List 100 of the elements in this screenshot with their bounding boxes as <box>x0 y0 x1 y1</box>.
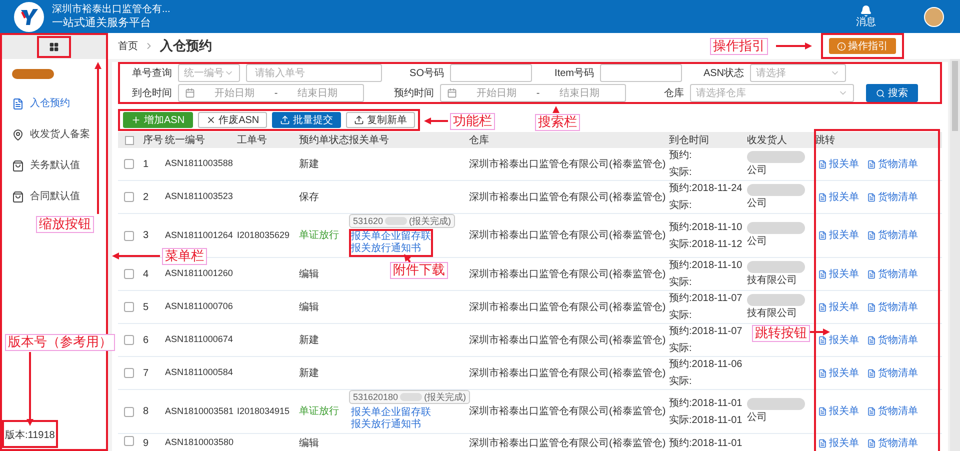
booked-date: 预约:2018-11-06 <box>669 358 741 372</box>
date-range-field[interactable]: 开始日期 - 结束日期 <box>440 84 626 102</box>
annotation-label: 缩放按钮 <box>36 216 94 233</box>
order-number-field[interactable]: 请输入单号 <box>246 64 382 82</box>
document-icon <box>818 270 827 278</box>
calendar-icon <box>185 88 195 98</box>
sidebar-item[interactable]: 入仓预约 <box>2 88 106 119</box>
row-checkbox[interactable] <box>124 436 134 446</box>
document-icon <box>818 231 827 240</box>
jump-link[interactable]: 货物清单 <box>867 228 918 243</box>
annotation-label: 搜索栏 <box>535 114 580 131</box>
toolbar-button[interactable]: 作废ASN <box>198 112 268 128</box>
jump-link[interactable]: 货物清单 <box>867 436 918 451</box>
table-cell: ASN1811003588 <box>165 158 233 168</box>
attachment-link[interactable]: 报关单企业留存联 <box>351 231 431 243</box>
row-checkbox[interactable] <box>124 230 134 240</box>
document-icon <box>818 302 827 312</box>
jump-link[interactable]: 报关单 <box>818 366 859 380</box>
table-cell: ASN1811003523 <box>165 191 233 202</box>
grid-icon[interactable] <box>49 42 59 52</box>
table-cell: ASN1811000584 <box>165 367 233 378</box>
jump-link[interactable]: 货物清单 <box>867 266 918 282</box>
booked-date: 预约: <box>669 149 693 163</box>
notification-button[interactable]: 消息 <box>856 5 876 28</box>
sidebar-item[interactable]: 收发货人备案 <box>2 119 106 150</box>
jump-link[interactable]: 报关单 <box>818 332 859 348</box>
annotation-label: 跳转按钮 <box>752 325 810 342</box>
row-checkbox[interactable] <box>124 159 134 169</box>
document-icon <box>867 231 876 240</box>
receiver-name: 公司 <box>747 235 767 249</box>
row-checkbox[interactable] <box>124 269 134 279</box>
jump-link[interactable]: 报关单 <box>818 300 859 314</box>
toolbar-button[interactable]: 增加ASN <box>123 112 193 128</box>
toolbar-button[interactable]: 复制新单 <box>346 112 416 128</box>
table-cell: ASN1811000674 <box>165 334 233 344</box>
so-number-field[interactable] <box>450 64 532 82</box>
toolbar-button[interactable]: 批量提交 <box>272 112 342 128</box>
booked-date: 预约:2018-11-07 <box>669 292 741 306</box>
actual-date: 实际:2018-11-01 <box>669 414 741 428</box>
guide-button[interactable]: 操作指引 <box>829 38 896 54</box>
actual-date: 实际: <box>669 166 693 180</box>
document-icon <box>867 336 876 344</box>
annotation-arrow <box>424 118 448 124</box>
upload-icon <box>354 115 364 125</box>
jump-link[interactable]: 货物清单 <box>867 300 918 314</box>
jump-link[interactable]: 报关单 <box>818 156 859 172</box>
customs-number-tag: 531620180 (报关完成) <box>349 390 470 404</box>
jump-link[interactable]: 报关单 <box>818 266 859 282</box>
info-icon <box>837 42 846 50</box>
select-all-checkbox[interactable] <box>124 136 134 144</box>
item-number-field[interactable] <box>600 64 682 82</box>
receiver-name: 公司 <box>747 196 767 210</box>
jump-link[interactable]: 货物清单 <box>867 156 918 172</box>
sidebar-item[interactable]: 合同默认值 <box>2 181 106 212</box>
avatar[interactable] <box>924 6 944 26</box>
booked-date: 预约:2018-11-01 <box>669 396 741 410</box>
jump-link[interactable]: 货物清单 <box>867 366 918 380</box>
annotation-arrow <box>552 106 560 113</box>
receiver-name: 技有限公司 <box>747 306 797 320</box>
row-checkbox[interactable] <box>124 192 134 202</box>
field-label: 到仓时间 <box>131 86 172 100</box>
actual-date: 实际: <box>669 374 693 389</box>
document-icon <box>818 368 827 378</box>
jump-link[interactable]: 货物清单 <box>867 190 918 204</box>
row-checkbox[interactable] <box>124 335 134 345</box>
jump-link[interactable]: 报关单 <box>818 228 859 243</box>
bell-icon <box>860 5 872 17</box>
jump-link[interactable]: 报关单 <box>818 404 859 419</box>
jump-link[interactable]: 报关单 <box>818 190 859 204</box>
sidebar-item[interactable]: 关务默认值 <box>2 150 106 181</box>
column-header: 序号 <box>140 132 162 148</box>
table-cell: 1 <box>143 158 149 170</box>
breadcrumb-home[interactable]: 首页 <box>118 38 138 54</box>
receiver-name: 公司 <box>747 164 767 178</box>
date-range-field[interactable]: 开始日期 - 结束日期 <box>178 84 364 102</box>
row-checkbox[interactable] <box>124 406 134 416</box>
row-checkbox[interactable] <box>124 368 134 378</box>
receiver-name: 公司 <box>747 411 767 425</box>
table-cell: 9 <box>143 438 149 449</box>
column-header: 收发货人 <box>744 132 812 148</box>
jump-link[interactable]: 报关单 <box>818 436 859 451</box>
search-button[interactable]: 搜索 <box>866 84 918 102</box>
jump-link[interactable]: 货物清单 <box>867 404 918 419</box>
attachment-link[interactable]: 报关放行通知书 <box>351 419 431 431</box>
table-cell: 4 <box>143 268 149 280</box>
attachment-link[interactable]: 报关单企业留存联 <box>351 407 431 419</box>
table-cell: 保存 <box>299 192 319 202</box>
field-label: 单号查询 <box>131 66 172 80</box>
customs-number-tag: 531620 (报关完成) <box>349 214 456 228</box>
booked-date: 预约:2018-11-10 <box>669 220 741 234</box>
attachment-link[interactable]: 报关放行通知书 <box>351 243 431 255</box>
row-checkbox[interactable] <box>124 302 134 312</box>
jump-link[interactable]: 货物清单 <box>867 332 918 348</box>
table-cell: I2018035629 <box>237 230 290 240</box>
table-cell: 6 <box>143 334 149 346</box>
table-cell: I2018034915 <box>237 406 290 416</box>
column-header: 仓库 <box>466 132 666 148</box>
table-cell: 深圳市裕泰出口监管仓有限公司(裕泰监管仓) <box>469 368 666 378</box>
column-header: 工单号 <box>234 132 296 148</box>
table-cell: 深圳市裕泰出口监管仓有限公司(裕泰监管仓) <box>469 334 666 346</box>
